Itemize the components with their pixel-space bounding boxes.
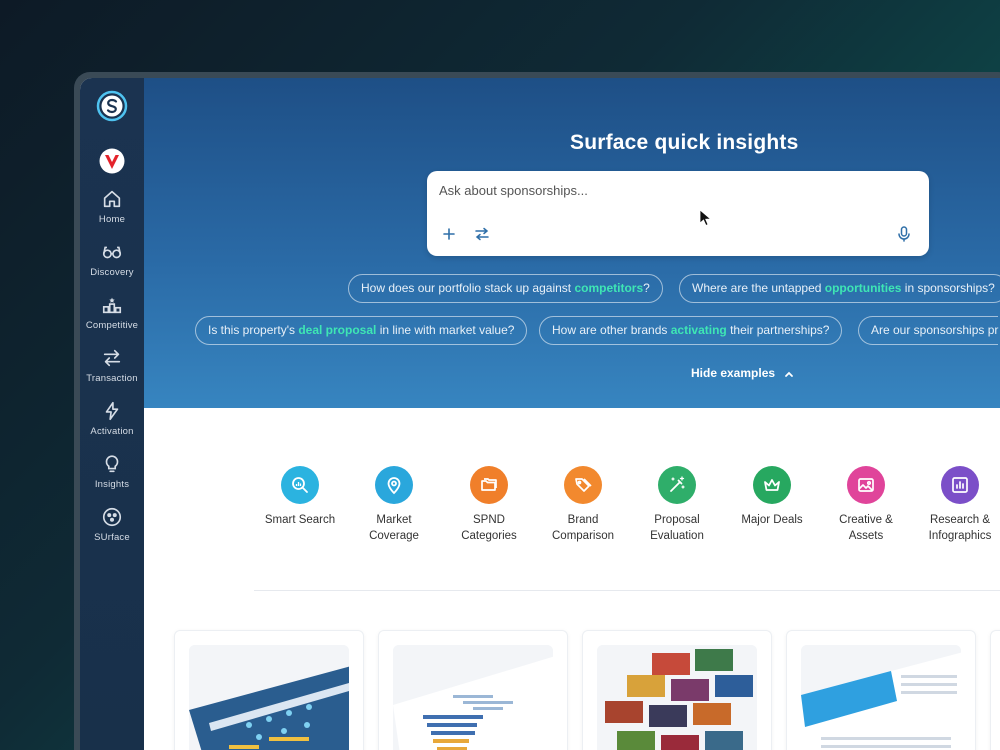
chip-text: their partnerships? (726, 323, 830, 337)
example-chip-deal-proposal[interactable]: Is this property's deal proposal in line… (195, 316, 528, 345)
chip-text: Is this property's (208, 323, 299, 337)
magic-wand-icon (670, 476, 685, 492)
report-thumbnail (189, 645, 349, 750)
sidebar-item-surface[interactable]: SUrface (80, 506, 144, 543)
tile-label: Research & Infographics (928, 514, 992, 542)
hide-examples-button[interactable]: Hide examples (691, 366, 794, 380)
tile-brand-comparison[interactable]: Brand Comparison (533, 466, 633, 544)
sidebar-item-home[interactable]: Home (80, 188, 144, 225)
chip-highlight: opportunities (824, 281, 902, 295)
page-title: Surface quick insights (570, 131, 799, 154)
image-icon (858, 478, 874, 492)
sidebar-item-activation[interactable]: Activation (80, 400, 144, 437)
report-card[interactable] (990, 630, 1000, 750)
tags-icon (575, 478, 592, 492)
tile-icon-circle (941, 466, 979, 504)
crown-icon (764, 479, 780, 491)
sidebar-item-competitive[interactable]: Competitive (80, 294, 144, 331)
report-card[interactable] (582, 630, 772, 750)
sidebar-item-discovery[interactable]: Discovery (80, 241, 144, 278)
tile-label: Smart Search (264, 514, 336, 526)
report-thumbnail (597, 645, 757, 750)
chip-text: How does our portfolio stack up against (361, 281, 575, 295)
tile-icon-circle (470, 466, 508, 504)
lightning-icon (105, 401, 119, 421)
chip-text: Where are the untapped (692, 281, 825, 295)
location-pin-icon (387, 477, 401, 495)
sidebar-item-label: Activation (90, 426, 134, 437)
tile-label: Proposal Evaluation (650, 514, 704, 542)
ask-box[interactable] (427, 171, 929, 256)
mouse-cursor-icon (699, 209, 712, 227)
tile-major-deals[interactable]: Major Deals (722, 466, 822, 528)
tile-smart-search[interactable]: Smart Search (250, 466, 350, 528)
hero-section: Surface quick insights How does our port… (144, 78, 1000, 408)
chevron-up-icon (785, 371, 794, 377)
lightbulb-icon (105, 455, 119, 473)
device-frame: Home Discovery Competitive Transaction A… (74, 72, 1000, 750)
chip-highlight: competitors (574, 281, 644, 295)
sidebar-item-label: Competitive (85, 320, 139, 331)
search-icon (292, 477, 308, 493)
example-chip-activating[interactable]: How are other brands activating their pa… (539, 316, 843, 345)
report-card[interactable] (378, 630, 568, 750)
sidebar-item-label: Discovery (90, 267, 134, 278)
chip-text: in sponsorships? (901, 281, 995, 295)
sidebar-item-label: Transaction (86, 373, 138, 384)
chip-highlight: activating (670, 323, 727, 337)
report-thumbnail (393, 645, 553, 750)
tile-label: Creative & Assets (839, 514, 893, 542)
chip-highlight: deal proposal (298, 323, 377, 337)
glasses-icon (102, 246, 122, 259)
example-chip-competitors[interactable]: How does our portfolio stack up against … (348, 274, 663, 303)
tile-market-coverage[interactable]: Market Coverage (344, 466, 444, 544)
folders-icon (481, 478, 497, 491)
swap-arrows-icon (103, 349, 121, 367)
example-chip-sponsorships[interactable]: Are our sponsorships pr (858, 316, 999, 345)
tile-label: Market Coverage (369, 514, 419, 542)
sidebar-item-label: Home (98, 214, 126, 225)
app-screen: Home Discovery Competitive Transaction A… (80, 78, 1000, 750)
chip-text: in line with market value? (376, 323, 515, 337)
tile-label: SPND Categories (461, 514, 517, 542)
feature-tiles-section: Smart Search Market Coverage SPND Categori… (144, 408, 1000, 750)
tile-label: Major Deals (741, 514, 803, 526)
tile-proposal-evaluation[interactable]: Proposal Evaluation (627, 466, 727, 544)
sidebar: Home Discovery Competitive Transaction A… (80, 78, 144, 750)
tile-icon-circle (564, 466, 602, 504)
brand-logo-icon[interactable] (99, 148, 125, 174)
report-card[interactable] (786, 630, 976, 750)
settings-swap-icon[interactable] (474, 227, 490, 241)
report-thumbnail (801, 645, 961, 750)
home-icon (103, 190, 121, 208)
sidebar-item-insights[interactable]: Insights (80, 453, 144, 490)
tile-research-infographics[interactable]: Research & Infographics (910, 466, 1000, 544)
tile-icon-circle (375, 466, 413, 504)
example-chip-opportunities[interactable]: Where are the untapped opportunities in … (679, 274, 1000, 303)
tile-icon-circle (753, 466, 791, 504)
sidebar-item-label: SUrface (94, 532, 130, 543)
chip-text: Are our sponsorships pr (871, 323, 999, 337)
hide-examples-label: Hide examples (691, 366, 776, 380)
tile-creative-assets[interactable]: Creative & Assets (816, 466, 916, 544)
tile-spnd-categories[interactable]: SPND Categories (439, 466, 539, 544)
tile-icon-circle (281, 466, 319, 504)
add-icon[interactable] (442, 227, 456, 241)
microphone-icon[interactable] (897, 226, 911, 242)
chip-text: How are other brands (552, 323, 671, 337)
sidebar-item-label: Insights (94, 479, 130, 490)
surface-logo-icon[interactable] (96, 90, 128, 122)
tile-icon-circle (658, 466, 696, 504)
podium-icon (102, 297, 122, 314)
sidebar-item-transaction[interactable]: Transaction (80, 347, 144, 384)
surface-icon (102, 507, 122, 527)
tile-label: Brand Comparison (552, 514, 614, 542)
bar-chart-icon (952, 477, 968, 493)
section-divider (254, 590, 1000, 591)
tile-icon-circle (847, 466, 885, 504)
report-card[interactable] (174, 630, 364, 750)
ask-input[interactable] (439, 183, 739, 198)
chip-text: ? (643, 281, 650, 295)
